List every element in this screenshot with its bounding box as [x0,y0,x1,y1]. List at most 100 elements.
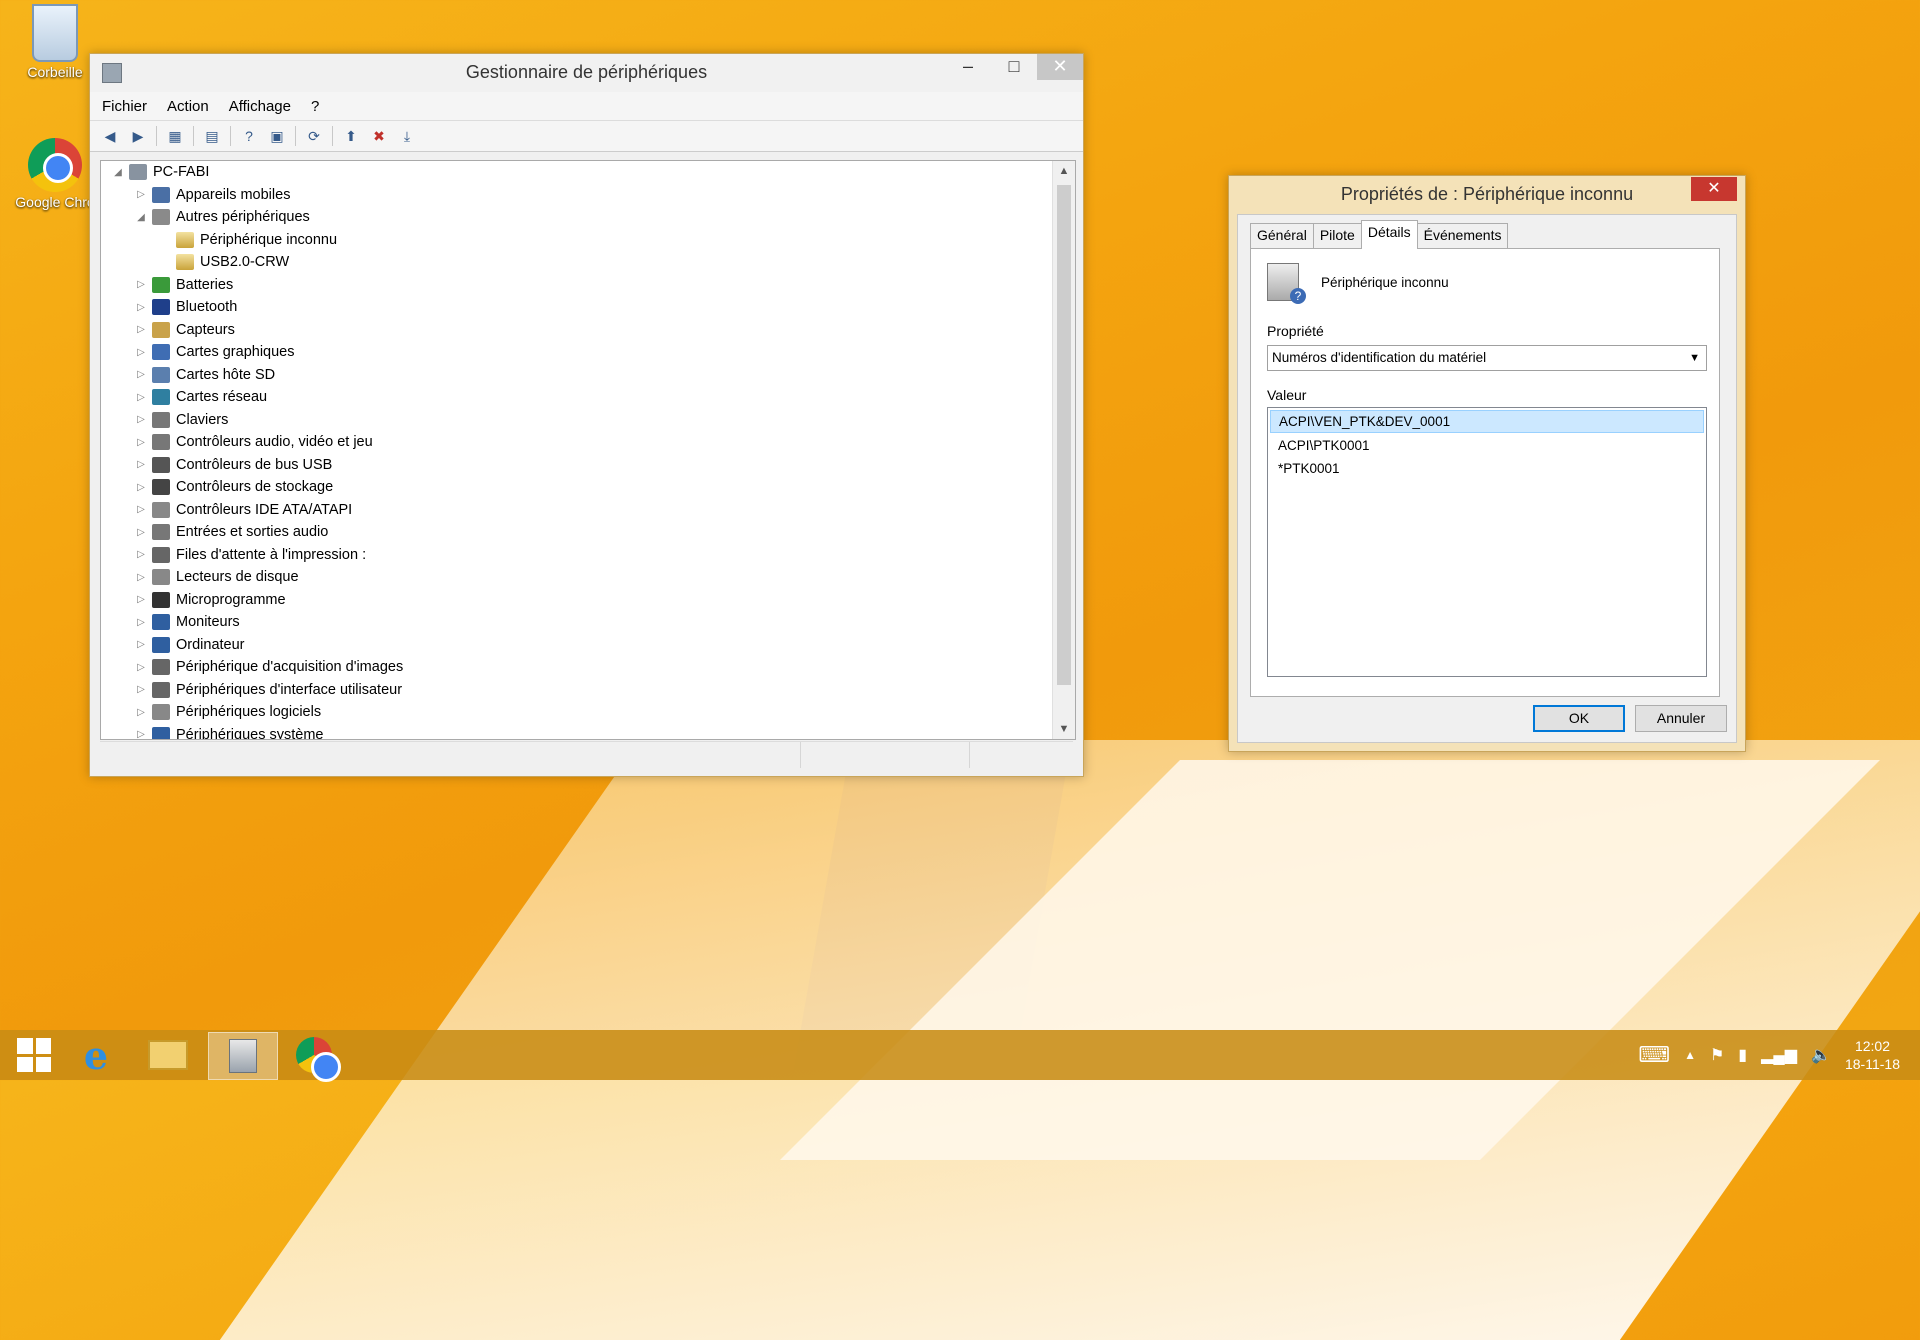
tree-category[interactable]: ▷ Cartes hôte SD [101,364,1053,387]
ok-button[interactable]: OK [1533,705,1625,732]
tree-category[interactable]: ▷ Claviers [101,409,1053,432]
tree-category[interactable]: ▷ Entrées et sorties audio [101,521,1053,544]
menu-action[interactable]: Action [167,98,209,115]
tree-device[interactable]: USB2.0-CRW [101,251,1053,274]
maximize-button[interactable]: □ [991,54,1037,80]
tree-category[interactable]: ▷ Contrôleurs de bus USB [101,454,1053,477]
expand-arrow-icon[interactable]: ▷ [134,189,148,200]
menu-help[interactable]: ? [311,98,319,115]
scrollbar-thumb[interactable] [1057,185,1071,685]
expand-arrow-icon[interactable]: ▷ [134,572,148,583]
taskbar-device-manager[interactable] [208,1032,278,1080]
expand-arrow-icon[interactable]: ▷ [134,594,148,605]
tab-pilote[interactable]: Pilote [1312,223,1362,249]
unknown-device-icon: ? [1267,263,1306,304]
menu-fichier[interactable]: Fichier [102,98,147,115]
tree-category[interactable]: ▷ Ordinateur [101,634,1053,657]
tree-category[interactable]: ▷ Périphériques d'interface utilisateur [101,679,1053,702]
tree-category[interactable]: ▷ Appareils mobiles [101,184,1053,207]
keyboard-icon[interactable]: ⌨ [1638,1042,1670,1068]
expand-arrow-icon[interactable]: ▷ [134,617,148,628]
expand-arrow-icon[interactable]: ▷ [134,347,148,358]
show-hide-console-tree-icon[interactable]: ▦ [165,126,185,146]
taskbar-internet-explorer[interactable]: e [62,1032,130,1078]
tree-category[interactable]: ▷ Contrôleurs audio, vidéo et jeu [101,431,1053,454]
taskbar-chrome[interactable] [280,1032,348,1082]
volume-icon[interactable]: 🔈 [1811,1045,1831,1065]
expand-arrow-icon[interactable]: ▷ [134,459,148,470]
expand-arrow-icon[interactable]: ▷ [134,392,148,403]
back-arrow-icon[interactable]: ◀ [100,126,120,146]
expand-arrow-icon[interactable]: ▷ [134,504,148,515]
expand-arrow-icon[interactable]: ▷ [134,527,148,538]
property-select[interactable]: Numéros d'identification du matériel ▼ [1267,345,1707,371]
collapse-arrow-icon[interactable]: ◢ [111,167,125,178]
dialog-title-bar[interactable]: Propriétés de : Périphérique inconnu ✕ [1229,176,1745,214]
tree-category[interactable]: ▷ Bluetooth [101,296,1053,319]
power-icon[interactable]: ▮ [1738,1045,1747,1065]
forward-arrow-icon[interactable]: ▶ [128,126,148,146]
list-item[interactable]: ACPI\PTK0001 [1270,435,1704,456]
tree-category[interactable]: ▷ Cartes réseau [101,386,1053,409]
list-item[interactable]: ACPI\VEN_PTK&DEV_0001 [1270,410,1704,433]
dialog-close-button[interactable]: ✕ [1691,177,1737,201]
enable-device-icon[interactable]: ⤓ [397,126,417,146]
scroll-up-arrow-icon[interactable]: ▲ [1053,161,1075,181]
expand-arrow-icon[interactable]: ▷ [134,549,148,560]
list-item[interactable]: *PTK0001 [1270,458,1704,479]
expand-arrow-icon[interactable]: ▷ [134,414,148,425]
taskbar-file-explorer[interactable] [134,1032,202,1078]
tree-category[interactable]: ▷ Périphériques logiciels [101,701,1053,724]
show-hidden-icons-icon[interactable]: ▲ [1684,1048,1696,1062]
tree-root[interactable]: ◢ PC-FABI [101,161,1053,184]
expand-arrow-icon[interactable]: ▷ [134,437,148,448]
tree-category[interactable]: ▷ Contrôleurs de stockage [101,476,1053,499]
expand-arrow-icon[interactable]: ▷ [134,369,148,380]
tree-category[interactable]: ▷ Périphérique d'acquisition d'images [101,656,1053,679]
network-icon[interactable]: ▂▄▆ [1761,1045,1797,1065]
tree-category[interactable]: ▷ Batteries [101,274,1053,297]
menu-affichage[interactable]: Affichage [229,98,291,115]
expand-arrow-icon[interactable]: ▷ [134,639,148,650]
cancel-button[interactable]: Annuler [1635,705,1727,732]
tab-evenements[interactable]: Événements [1416,223,1509,249]
expand-arrow-icon[interactable]: ▷ [134,662,148,673]
start-button[interactable] [0,1032,68,1078]
expand-arrow-icon[interactable]: ▷ [134,302,148,313]
title-bar[interactable]: Gestionnaire de périphériques – □ ✕ [90,54,1083,92]
tree-category[interactable]: ▷ Périphériques système [101,724,1053,739]
device-manager-window: Gestionnaire de périphériques – □ ✕ Fich… [89,53,1084,777]
tree-category[interactable]: ◢ Autres périphériques [101,206,1053,229]
scroll-down-arrow-icon[interactable]: ▼ [1053,719,1075,739]
expand-arrow-icon[interactable]: ▷ [134,482,148,493]
clock[interactable]: 12:02 18-11-18 [1845,1037,1900,1073]
vertical-scrollbar[interactable]: ▲ ▼ [1052,161,1075,739]
update-driver-icon[interactable]: ⬆ [341,126,361,146]
close-button[interactable]: ✕ [1037,54,1083,80]
tree-category[interactable]: ▷ Files d'attente à l'impression : [101,544,1053,567]
properties-icon[interactable]: ▤ [202,126,222,146]
tree-category[interactable]: ▷ Microprogramme [101,589,1053,612]
tree-device[interactable]: Périphérique inconnu [101,229,1053,252]
tab-details[interactable]: Détails [1360,220,1418,249]
tree-category-label: Cartes hôte SD [176,366,276,383]
minimize-button[interactable]: – [945,54,991,80]
tree-category-label: Capteurs [176,321,235,338]
expand-arrow-icon[interactable]: ▷ [134,707,148,718]
expand-arrow-icon[interactable]: ▷ [134,684,148,695]
collapse-arrow-icon[interactable]: ◢ [134,212,148,223]
tree-category[interactable]: ▷ Moniteurs [101,611,1053,634]
view-icon[interactable]: ▣ [267,126,287,146]
expand-arrow-icon[interactable]: ▷ [134,324,148,335]
tree-category[interactable]: ▷ Capteurs [101,319,1053,342]
tree-category[interactable]: ▷ Lecteurs de disque [101,566,1053,589]
tree-category[interactable]: ▷ Cartes graphiques [101,341,1053,364]
uninstall-device-icon[interactable]: ✖ [369,126,389,146]
expand-arrow-icon[interactable]: ▷ [134,729,148,739]
flag-icon[interactable]: ⚑ [1710,1045,1724,1065]
scan-hardware-icon[interactable]: ⟳ [304,126,324,146]
tab-general[interactable]: Général [1250,223,1314,249]
expand-arrow-icon[interactable]: ▷ [134,279,148,290]
help-icon[interactable]: ? [239,126,259,146]
tree-category[interactable]: ▷ Contrôleurs IDE ATA/ATAPI [101,499,1053,522]
